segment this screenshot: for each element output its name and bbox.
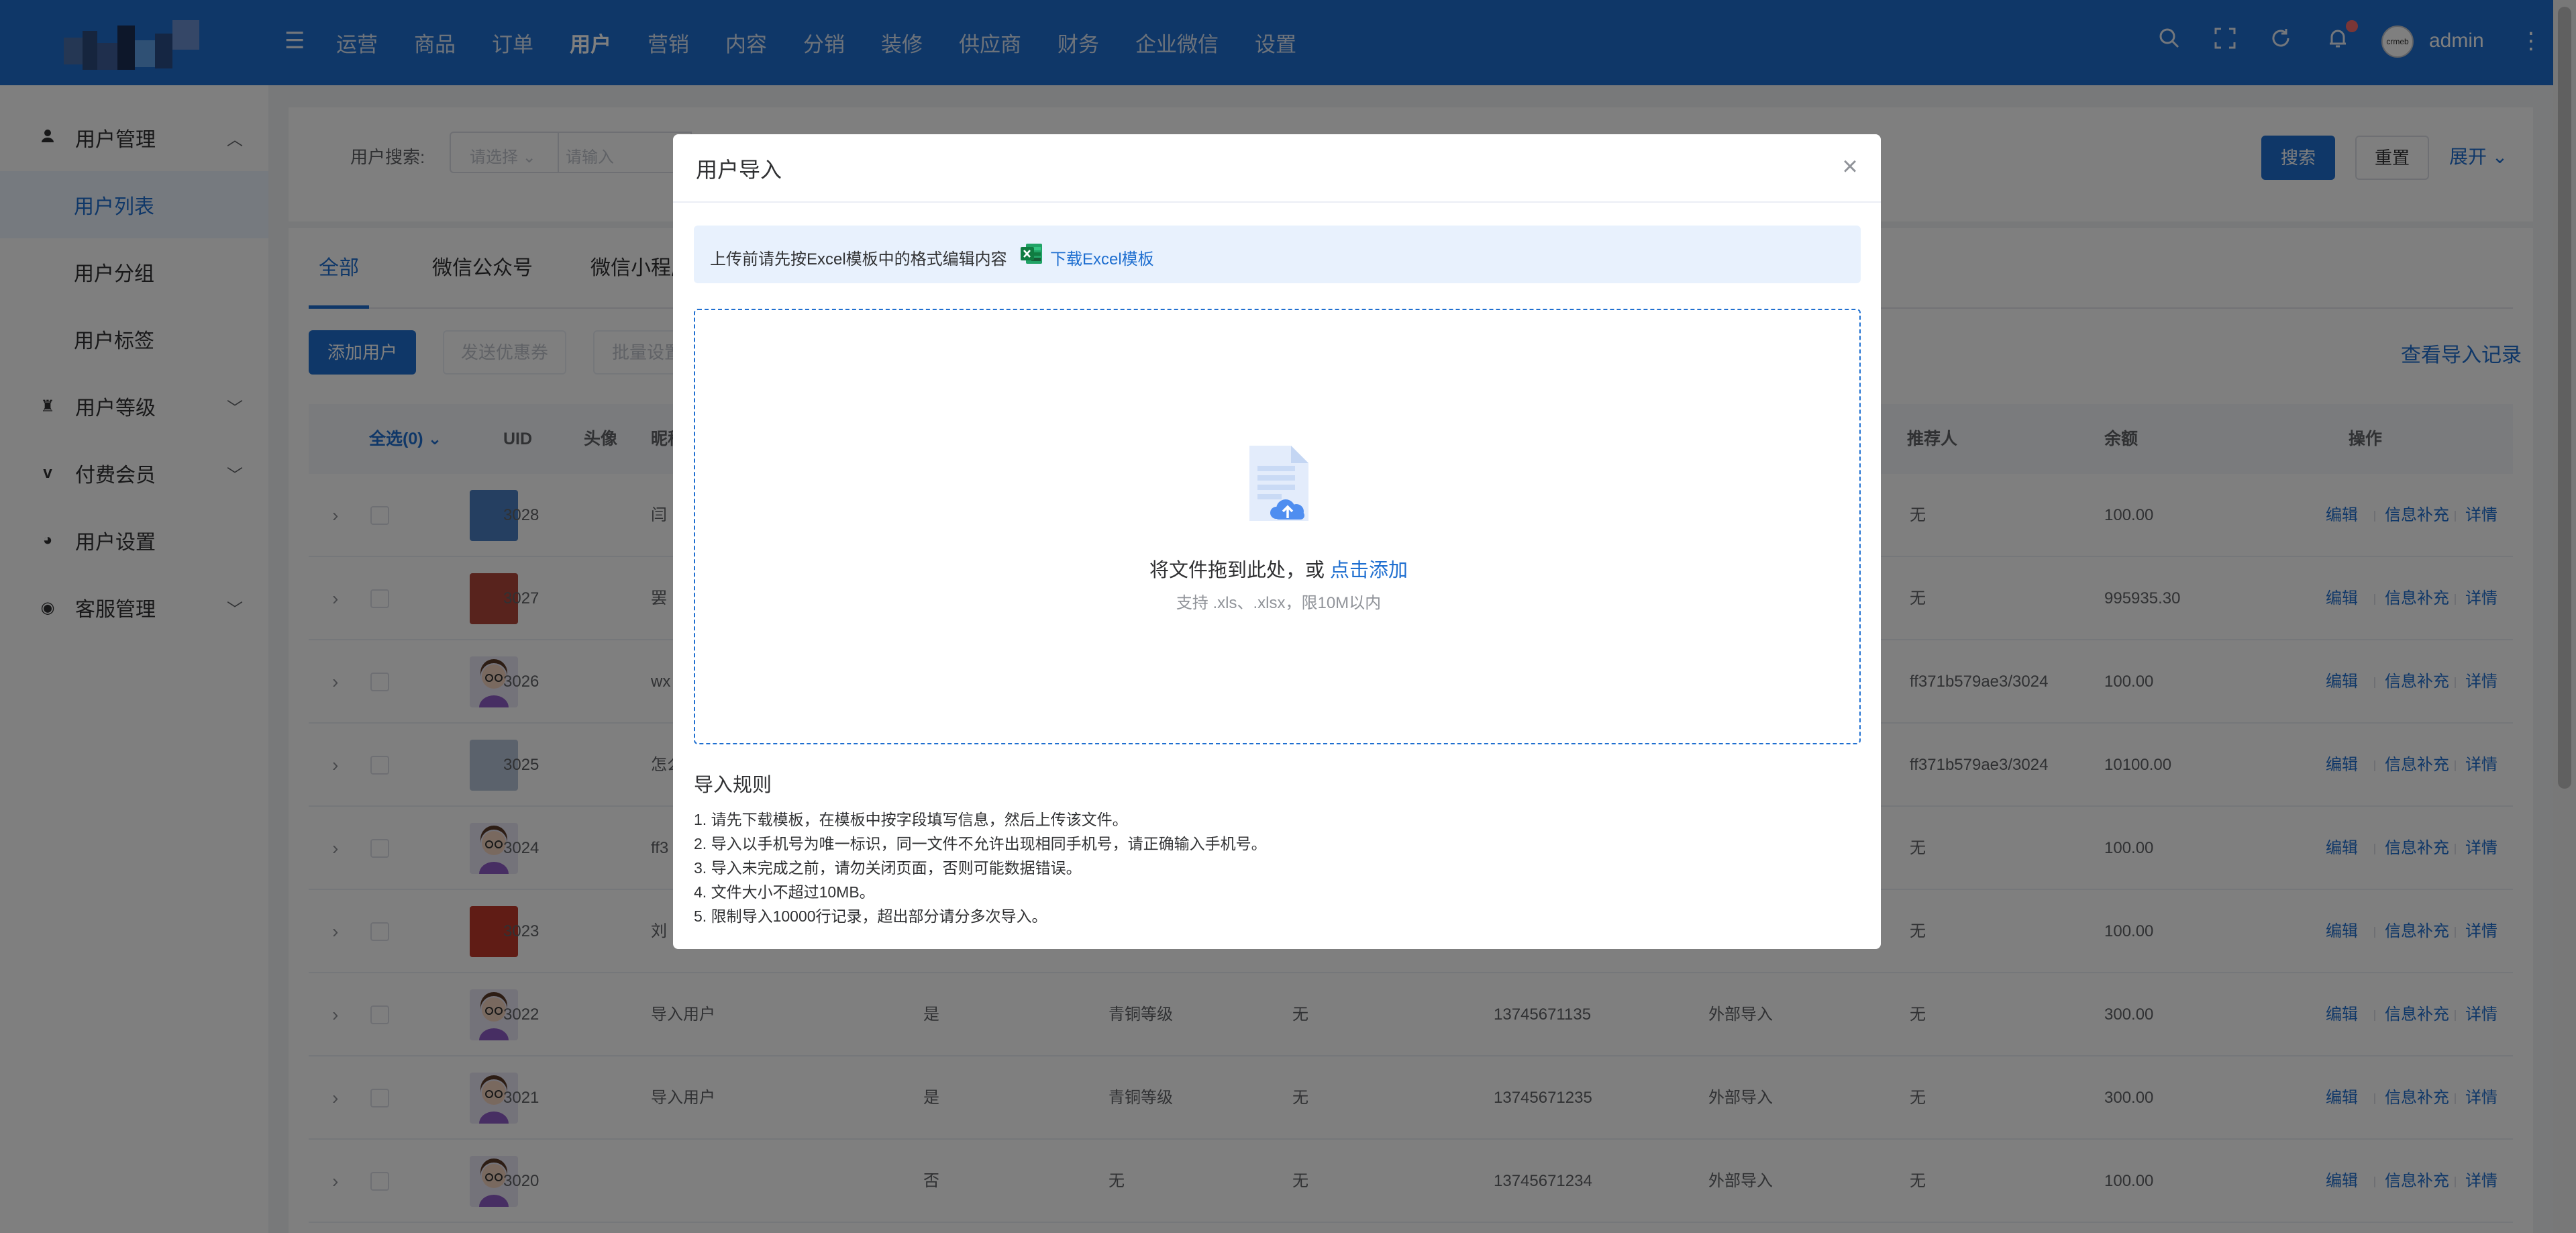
- click-to-add-link[interactable]: 点击添加: [1330, 560, 1408, 581]
- upload-file-icon: [1249, 446, 1308, 521]
- download-template-link[interactable]: 下载Excel模板: [1050, 246, 1154, 269]
- file-format-hint: 支持 .xls、.xlsx，限10M以内: [1176, 594, 1382, 612]
- excel-icon: [1021, 244, 1042, 264]
- import-rules-title: 导入规则: [694, 775, 772, 796]
- user-import-dialog: 用户导入 × 上传前请先按Excel模板中的格式编辑内容 下载Excel模板 将…: [673, 134, 1881, 949]
- import-rule: 5. 限制导入10000行记录，超出部分请分多次导入。: [694, 907, 1047, 925]
- drop-text: 将文件拖到此处，或: [1149, 560, 1325, 581]
- import-rule: 2. 导入以手机号为唯一标识，同一文件不允许出现相同手机号，请正确输入手机号。: [694, 835, 1267, 852]
- close-icon[interactable]: ×: [1835, 152, 1865, 181]
- dialog-title: 用户导入: [696, 158, 782, 182]
- import-rule: 4. 文件大小不超过10MB。: [694, 883, 875, 901]
- dropzone-instruction: 将文件拖到此处，或 点击添加: [695, 554, 1862, 583]
- template-tip-alert: 上传前请先按Excel模板中的格式编辑内容 下载Excel模板: [694, 226, 1861, 283]
- import-rule: 1. 请先下载模板，在模板中按字段填写信息，然后上传该文件。: [694, 811, 1128, 828]
- dialog-divider: [673, 201, 1881, 203]
- tip-text: 上传前请先按Excel模板中的格式编辑内容: [710, 250, 1007, 268]
- file-dropzone[interactable]: 将文件拖到此处，或 点击添加 支持 .xls、.xlsx，限10M以内: [694, 309, 1861, 744]
- import-rule: 3. 导入未完成之前，请勿关闭页面，否则可能数据错误。: [694, 859, 1082, 877]
